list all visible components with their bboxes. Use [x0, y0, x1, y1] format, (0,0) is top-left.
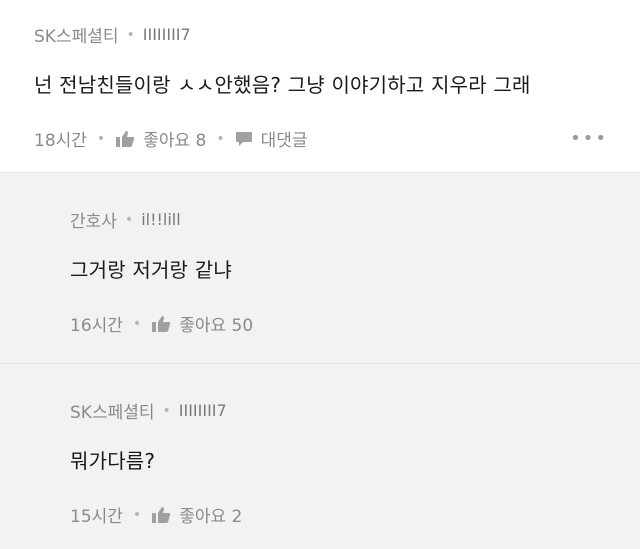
reply-item: SK스페셜티 • IIIIIIII7 뭐가다름? 15시간 • 좋아요 2 — [0, 363, 640, 549]
timestamp: 15시간 — [70, 507, 123, 527]
reply-section: 간호사 • il!!lill 그거랑 저거랑 같냐 16시간 • 좋아요 50 … — [0, 172, 640, 549]
reply-actions: 16시간 • 좋아요 50 — [70, 311, 640, 336]
thumbs-up-icon — [152, 506, 171, 523]
comment-meta: SK스페셜티 • IIIIIIII7 — [34, 22, 640, 47]
user-id: il!!lill — [141, 210, 181, 229]
reply-text: 그거랑 저거랑 같냐 — [70, 258, 232, 282]
reply-text: 뭐가다름? — [70, 449, 156, 473]
reply-meta: 간호사 • il!!lill — [70, 207, 640, 232]
like-button[interactable]: 좋아요 2 — [151, 502, 242, 527]
separator-dot: • — [132, 506, 142, 523]
separator-dot: • — [126, 26, 135, 43]
like-count: 좋아요 50 — [179, 316, 254, 336]
thumbs-up-icon — [152, 315, 171, 332]
timestamp: 16시간 — [70, 316, 123, 336]
main-comment: SK스페셜티 • IIIIIIII7 넌 전남친들이랑 ㅅㅅ안했음? 그냥 이야… — [0, 0, 640, 172]
separator-dot: • — [96, 130, 106, 147]
more-dots-icon[interactable]: ••• — [570, 128, 608, 149]
separator-dot: • — [162, 402, 171, 419]
comment-actions: 18시간 • 좋아요 8 • 대댓글 — [34, 126, 640, 151]
like-count: 좋아요 2 — [179, 507, 243, 527]
like-button[interactable]: 좋아요 8 — [115, 126, 206, 151]
comment-text: 넌 전남친들이랑 ㅅㅅ안했음? 그냥 이야기하고 지우라 그래 — [34, 73, 531, 97]
separator-dot: • — [132, 315, 142, 332]
separator-dot: • — [216, 130, 225, 147]
reply-item: 간호사 • il!!lill 그거랑 저거랑 같냐 16시간 • 좋아요 50 — [0, 173, 640, 363]
author-name[interactable]: SK스페셜티 — [34, 22, 119, 47]
reply-actions: 15시간 • 좋아요 2 — [70, 502, 640, 527]
reply-label: 대댓글 — [260, 131, 308, 151]
like-button[interactable]: 좋아요 50 — [151, 311, 253, 336]
thumbs-up-icon — [116, 130, 135, 147]
reply-button[interactable]: 대댓글 — [235, 126, 308, 151]
separator-dot: • — [124, 211, 134, 228]
user-id: IIIIIIII7 — [142, 25, 191, 44]
reply-meta: SK스페셜티 • IIIIIIII7 — [70, 398, 640, 423]
speech-bubble-icon — [235, 131, 252, 146]
like-count: 좋아요 8 — [143, 131, 207, 151]
timestamp: 18시간 — [34, 131, 87, 151]
author-name[interactable]: 간호사 — [70, 207, 117, 232]
author-name[interactable]: SK스페셜티 — [70, 398, 155, 423]
user-id: IIIIIIII7 — [178, 401, 227, 420]
